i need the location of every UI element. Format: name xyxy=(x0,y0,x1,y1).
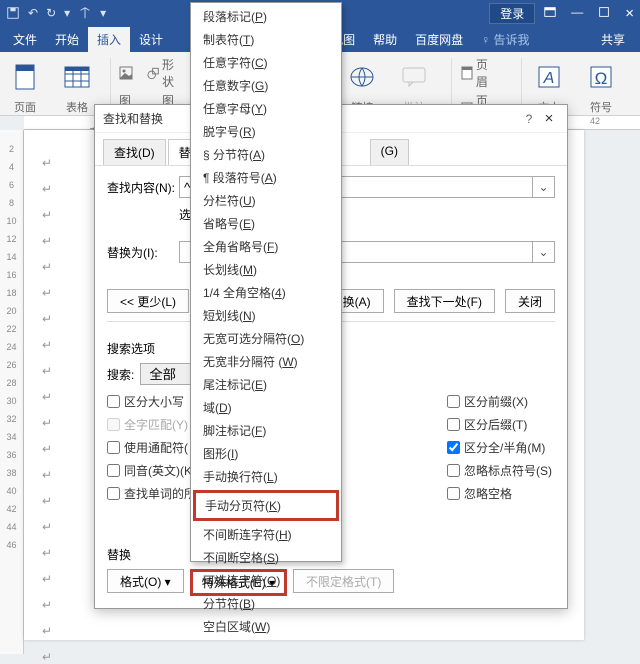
ribbon-group-symbol[interactable]: Ω 符号 xyxy=(582,56,620,115)
special-menu-item[interactable]: 尾注标记(E) xyxy=(191,373,341,396)
dialog-close-button[interactable]: × xyxy=(539,110,559,127)
qat-more-icon[interactable]: ▾ xyxy=(64,6,70,20)
chk-space[interactable]: 忽略空格 xyxy=(447,485,552,502)
quick-access-toolbar: ↶ ↻ ▾ ▾ xyxy=(6,6,106,20)
special-menu-item[interactable]: 短划线(N) xyxy=(191,304,341,327)
format-button[interactable]: 格式(O) ▾ xyxy=(107,569,184,593)
special-menu-item[interactable]: 1/4 全角空格(4) xyxy=(191,281,341,304)
replace-label: 替换为(I): xyxy=(107,244,179,261)
special-menu-item[interactable]: 脚注标记(F) xyxy=(191,419,341,442)
para-mark: ↵ xyxy=(42,156,52,170)
chk-punct[interactable]: 忽略标点符号(S) xyxy=(447,462,552,479)
special-menu-item[interactable]: 分栏符(U) xyxy=(191,189,341,212)
tab-help[interactable]: 帮助 xyxy=(364,27,406,52)
special-menu-item[interactable]: 手动分页符(K) xyxy=(193,490,339,521)
chk-fullhalf[interactable]: 区分全/半角(M) xyxy=(447,439,552,456)
special-menu-item[interactable]: 全角省略号(F) xyxy=(191,235,341,258)
find-label: 查找内容(N): xyxy=(107,179,179,196)
special-menu-item[interactable]: 域(D) xyxy=(191,396,341,419)
redo-icon[interactable]: ↻ xyxy=(46,6,56,20)
special-menu-item[interactable]: 无宽非分隔符 (W) xyxy=(191,350,341,373)
special-menu-item[interactable]: ¶ 段落符号(A) xyxy=(191,166,341,189)
tab-home[interactable]: 开始 xyxy=(46,27,88,52)
special-menu-item[interactable]: 省略号(E) xyxy=(191,212,341,235)
ribbon-options-icon[interactable] xyxy=(543,5,557,19)
ribbon-image-button[interactable] xyxy=(119,66,143,80)
save-icon[interactable] xyxy=(6,6,20,20)
close-icon[interactable]: × xyxy=(625,5,634,22)
special-menu-item[interactable]: 无宽可选分隔符(O) xyxy=(191,327,341,350)
tab-tell: ♀ 告诉我 xyxy=(472,27,538,52)
svg-text:A: A xyxy=(543,70,555,87)
chk-prefix[interactable]: 区分前缀(X) xyxy=(447,393,552,410)
tab-find[interactable]: 查找(D) xyxy=(103,139,166,165)
special-menu-item[interactable]: 任意字母(Y) xyxy=(191,97,341,120)
tab-insert[interactable]: 插入 xyxy=(88,27,130,52)
find-next-button[interactable]: 查找下一处(F) xyxy=(394,289,495,313)
svg-text:Ω: Ω xyxy=(595,69,608,88)
special-menu-item[interactable]: 手动换行符(L) xyxy=(191,465,341,488)
login-button[interactable]: 登录 xyxy=(489,3,535,24)
special-menu-item[interactable]: 制表符(T) xyxy=(191,28,341,51)
special-menu-item[interactable]: 任意数字(G) xyxy=(191,74,341,97)
special-format-menu: 段落标记(P)制表符(T)任意字符(C)任意数字(G)任意字母(Y)脱字号(R)… xyxy=(190,2,342,562)
undo-icon[interactable]: ↶ xyxy=(28,6,38,20)
replace-history-dropdown[interactable]: ⌄ xyxy=(533,241,555,263)
tab-file[interactable]: 文件 xyxy=(4,27,46,52)
special-menu-item[interactable]: 不间断连字符(H) xyxy=(191,523,341,546)
ruler-vertical[interactable]: 2468101214161820222426283032343638404244… xyxy=(0,130,24,654)
maximize-icon[interactable] xyxy=(597,5,611,19)
special-menu-item[interactable]: § 分节符(A) xyxy=(191,143,341,166)
special-menu-item[interactable]: 段落标记(P) xyxy=(191,5,341,28)
touch-mode-icon[interactable] xyxy=(78,6,92,20)
close-button[interactable]: 关闭 xyxy=(505,289,555,313)
tab-share[interactable]: 共享 xyxy=(592,27,634,52)
special-menu-item[interactable]: 分节符(B) xyxy=(191,592,341,615)
special-menu-item[interactable]: 图形(I) xyxy=(191,442,341,465)
ribbon-shapes-button[interactable]: 形状 xyxy=(147,56,185,90)
less-button[interactable]: << 更少(L) xyxy=(107,289,189,313)
special-menu-item[interactable]: 长划线(M) xyxy=(191,258,341,281)
ribbon-group-page[interactable]: 页面 xyxy=(6,56,44,115)
search-scope-label: 搜索: xyxy=(107,366,134,383)
find-history-dropdown[interactable]: ⌄ xyxy=(533,176,555,198)
dialog-help-button[interactable]: ? xyxy=(519,112,539,126)
special-menu-item[interactable]: 脱字号(R) xyxy=(191,120,341,143)
tab-pan[interactable]: 百度网盘 xyxy=(406,27,472,52)
ribbon-group-table[interactable]: 表格 xyxy=(58,56,96,115)
chk-suffix[interactable]: 区分后缀(T) xyxy=(447,416,552,433)
special-menu-item[interactable]: 空白区域(W) xyxy=(191,615,341,638)
special-menu-item[interactable]: 任意字符(C) xyxy=(191,51,341,74)
tab-goto[interactable]: (G) xyxy=(370,139,409,165)
tab-design[interactable]: 设计 xyxy=(130,27,172,52)
minimize-icon[interactable]: — xyxy=(571,5,583,22)
special-menu-item[interactable]: 可选连字符(O) xyxy=(191,569,341,592)
special-menu-item[interactable]: 不间断空格(S) xyxy=(191,546,341,569)
ribbon-header-button[interactable]: 页眉 xyxy=(460,56,499,90)
